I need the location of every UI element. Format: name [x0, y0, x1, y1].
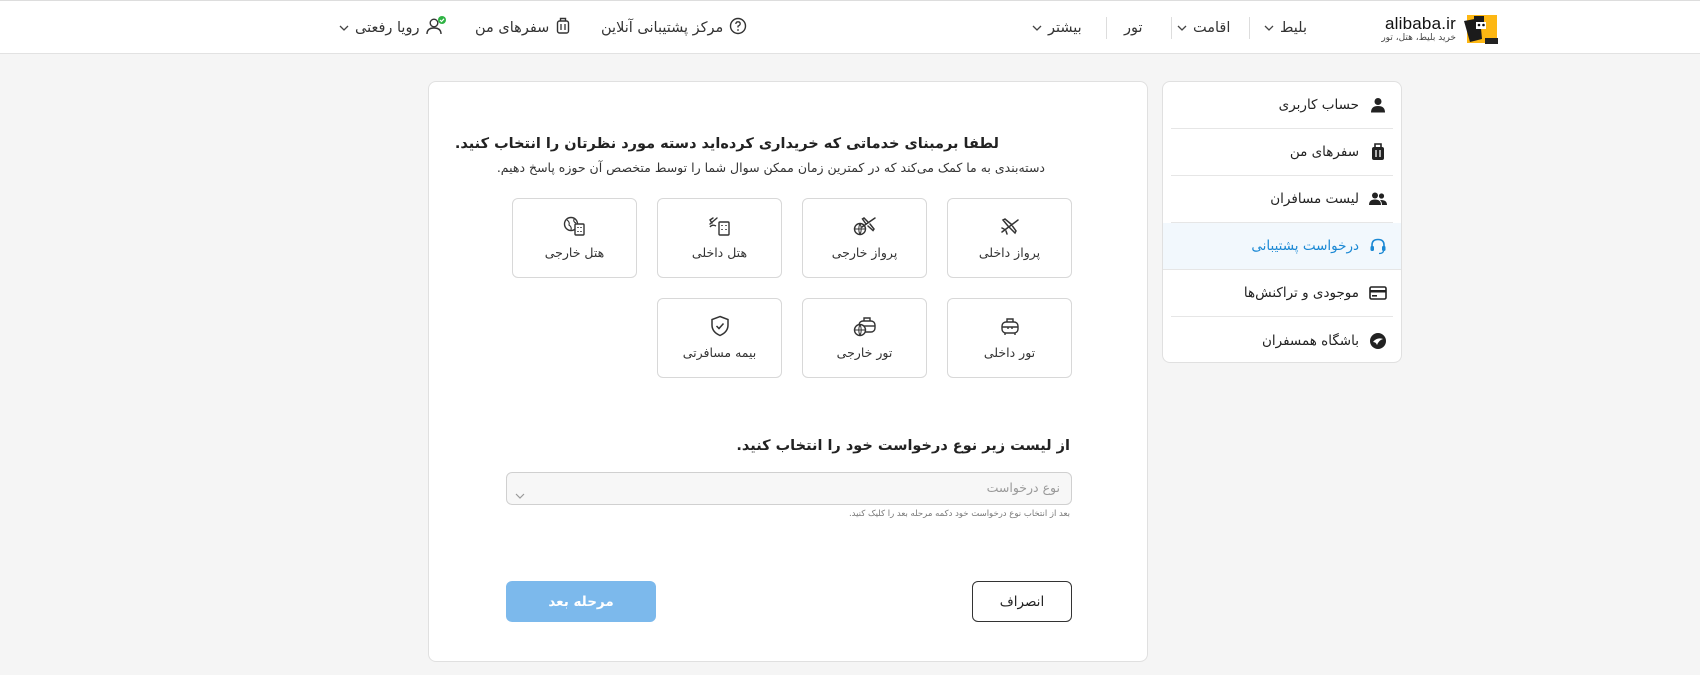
- request-type-hint: بعد از انتخاب نوع درخواست خود دکمه مرحله…: [848, 509, 1070, 519]
- sidebar-item-label: باشگاه همسفران: [1261, 332, 1359, 349]
- category-international-flight[interactable]: پرواز خارجی: [802, 198, 927, 278]
- my-trips-label: سفرهای من: [475, 20, 550, 36]
- category-international-tour[interactable]: تور خارجی: [802, 298, 927, 378]
- nav-tickets[interactable]: بلیط: [1264, 17, 1307, 39]
- nav-tour[interactable]: تور: [1124, 17, 1143, 39]
- sidebar-item-club[interactable]: باشگاه همسفران: [1171, 317, 1393, 364]
- page-subtitle: دسته‌بندی به ما کمک می‌کند که در کمترین …: [496, 160, 1045, 175]
- chevron-down-icon: [1177, 23, 1187, 33]
- chevron-down-icon: [1032, 23, 1042, 33]
- nav-tickets-label: بلیط: [1280, 20, 1307, 36]
- next-step-button[interactable]: مرحله بعد: [506, 581, 656, 622]
- chevron-down-icon: [339, 23, 349, 33]
- insurance-shield-icon: [708, 314, 732, 338]
- headset-icon: [1369, 237, 1387, 255]
- category-label: هتل داخلی: [691, 245, 748, 260]
- request-type-select[interactable]: نوع درخواست: [506, 472, 1072, 505]
- category-travel-insurance[interactable]: بیمه مسافرتی: [657, 298, 782, 378]
- page-title: لطفا برمبنای خدماتی که خریداری کرده‌اید …: [454, 136, 999, 152]
- sidebar-item-passengers[interactable]: لیست مسافران: [1171, 176, 1393, 223]
- category-label: پرواز داخلی: [978, 245, 1041, 260]
- top-header: alibaba.ir خرید بلیط، هتل، تور بلیط اقام…: [0, 0, 1700, 54]
- suitcase-icon: [555, 17, 571, 39]
- sidebar-item-label: حساب کاربری: [1278, 97, 1359, 113]
- club-icon: [1369, 332, 1387, 350]
- user-menu[interactable]: رویا رفعتی: [339, 16, 447, 40]
- chevron-down-icon: [515, 485, 525, 504]
- logo-mark-icon: [1464, 15, 1498, 44]
- domestic-tour-icon: [998, 314, 1022, 338]
- sidebar-item-label: درخواست پشتیبانی: [1251, 238, 1359, 254]
- wallet-card-icon: [1369, 284, 1387, 302]
- account-sidebar: حساب کاربری سفرهای من لیست مسافران درخوا…: [1162, 81, 1402, 363]
- nav-tour-label: تور: [1124, 20, 1143, 36]
- users-icon: [1369, 190, 1387, 208]
- request-type-placeholder: نوع درخواست: [986, 480, 1060, 495]
- support-request-card: لطفا برمبنای خدماتی که خریداری کرده‌اید …: [428, 81, 1148, 662]
- request-type-title: از لیست زیر نوع درخواست خود را انتخاب کن…: [736, 438, 1070, 454]
- category-label: تور داخلی: [983, 345, 1036, 360]
- logo-tagline: خرید بلیط، هتل، تور: [1381, 33, 1456, 43]
- category-domestic-hotel[interactable]: هتل داخلی: [657, 198, 782, 278]
- domestic-hotel-icon: [708, 214, 732, 238]
- sidebar-item-my-trips[interactable]: سفرهای من: [1171, 129, 1393, 176]
- category-domestic-flight[interactable]: پرواز داخلی: [947, 198, 1072, 278]
- cancel-button[interactable]: انصراف: [972, 581, 1072, 622]
- sidebar-item-label: لیست مسافران: [1270, 191, 1359, 207]
- nav-divider: [1171, 17, 1172, 39]
- sidebar-item-label: موجودی و تراکنش‌ها: [1243, 285, 1359, 301]
- chevron-down-icon: [1264, 23, 1274, 33]
- sidebar-item-balance[interactable]: موجودی و تراکنش‌ها: [1171, 270, 1393, 317]
- user-icon: [1369, 96, 1387, 114]
- category-label: هتل خارجی: [544, 245, 605, 260]
- my-trips-link[interactable]: سفرهای من: [475, 17, 571, 39]
- user-online-icon: [425, 16, 447, 40]
- nav-more-label: بیشتر: [1048, 20, 1082, 36]
- sidebar-item-account[interactable]: حساب کاربری: [1171, 82, 1393, 129]
- international-hotel-icon: [563, 214, 587, 238]
- nav-divider: [1249, 17, 1250, 39]
- category-label: تور خارجی: [836, 345, 893, 360]
- nav-accommodation[interactable]: اقامت: [1177, 17, 1230, 39]
- logo-text: alibaba.ir: [1385, 14, 1456, 33]
- alibaba-logo[interactable]: alibaba.ir خرید بلیط، هتل، تور: [1381, 12, 1500, 46]
- help-circle-icon: [729, 17, 747, 39]
- sidebar-item-support-request[interactable]: درخواست پشتیبانی: [1163, 223, 1401, 270]
- category-international-hotel[interactable]: هتل خارجی: [512, 198, 637, 278]
- support-center-label: مرکز پشتیبانی آنلاین: [601, 20, 724, 36]
- category-domestic-tour[interactable]: تور داخلی: [947, 298, 1072, 378]
- nav-accommodation-label: اقامت: [1193, 20, 1231, 36]
- nav-more[interactable]: بیشتر: [1032, 17, 1082, 39]
- support-center-link[interactable]: مرکز پشتیبانی آنلاین: [601, 17, 747, 39]
- international-tour-icon: [853, 314, 877, 338]
- category-label: پرواز خارجی: [831, 245, 898, 260]
- international-flight-icon: [853, 214, 877, 238]
- nav-divider: [1106, 17, 1107, 39]
- user-name: رویا رفعتی: [355, 20, 420, 36]
- suitcase-icon: [1369, 143, 1387, 161]
- category-label: بیمه مسافرتی: [682, 345, 757, 360]
- domestic-flight-icon: [998, 214, 1022, 238]
- sidebar-item-label: سفرهای من: [1289, 144, 1359, 160]
